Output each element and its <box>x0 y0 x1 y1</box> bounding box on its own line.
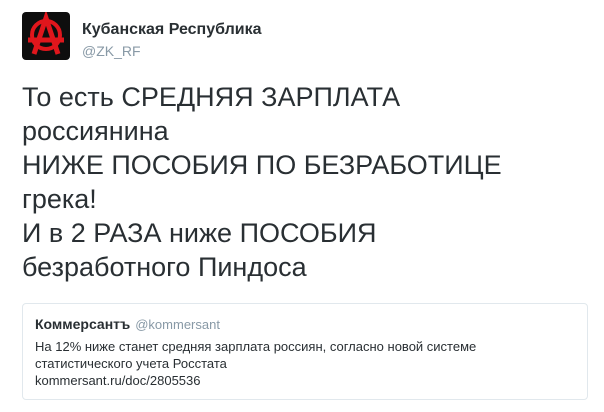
tweet: Кубанская Республика @ZK_RF То есть СРЕД… <box>0 0 604 412</box>
quoted-tweet-line: статистического учета Росстата <box>35 356 227 371</box>
quoted-tweet-text: На 12% ниже станет средняя зарплата росс… <box>35 338 555 389</box>
tweet-line: И в 2 РАЗА ниже ПОСОБИЯ <box>22 218 377 248</box>
tweet-line: То есть СРЕДНЯЯ ЗАРПЛАТА <box>22 82 401 112</box>
author-handle[interactable]: @ZK_RF <box>82 42 262 60</box>
anarchy-symbol-icon <box>28 12 64 55</box>
author-info: Кубанская Республика @ZK_RF <box>82 20 262 60</box>
tweet-line: безработного Пиндоса <box>22 252 307 282</box>
quoted-tweet-link[interactable]: kommersant.ru/doc/2805536 <box>35 372 555 389</box>
tweet-line: грека! <box>22 184 97 214</box>
quoted-tweet-header: Коммерсантъ @kommersant <box>35 316 575 332</box>
quoted-author-handle: @kommersant <box>135 317 220 332</box>
avatar[interactable] <box>22 12 70 60</box>
author-name[interactable]: Кубанская Республика <box>82 20 262 40</box>
tweet-line: россиянина <box>22 116 169 146</box>
tweet-line: НИЖЕ ПОСОБИЯ ПО БЕЗРАБОТИЦЕ <box>22 150 502 180</box>
tweet-header: Кубанская Республика @ZK_RF <box>22 12 262 60</box>
quoted-tweet-line: На 12% ниже станет средняя зарплата росс… <box>35 339 477 354</box>
quoted-tweet[interactable]: Коммерсантъ @kommersant На 12% ниже стан… <box>22 303 588 400</box>
tweet-text: То есть СРЕДНЯЯ ЗАРПЛАТА россиянина НИЖЕ… <box>22 80 592 284</box>
quoted-author-name: Коммерсантъ <box>35 316 131 332</box>
